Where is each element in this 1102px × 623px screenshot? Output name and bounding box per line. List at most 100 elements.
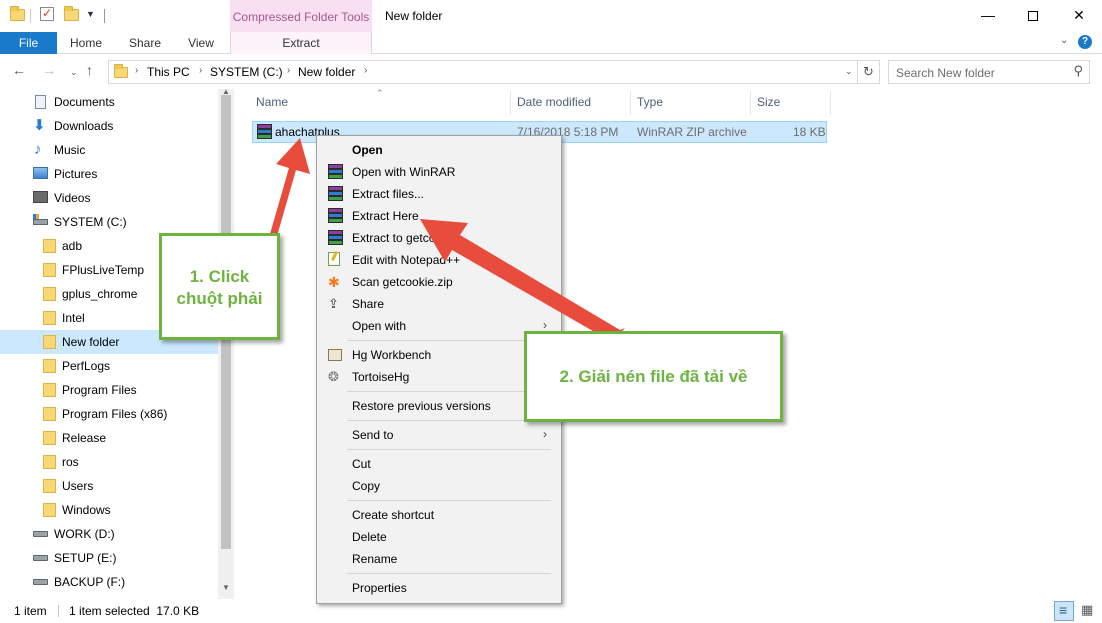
recent-locations-chevron-icon[interactable]: ⌄: [70, 67, 78, 78]
menu-item-send-to[interactable]: Send to ›: [319, 424, 559, 446]
column-header-size[interactable]: Size: [757, 95, 780, 109]
nav-item-videos[interactable]: Videos: [0, 186, 218, 210]
nav-item-system-c[interactable]: SYSTEM (C:): [0, 210, 218, 234]
nav-item-label: Downloads: [54, 119, 114, 133]
menu-item-copy[interactable]: Copy: [319, 475, 559, 497]
menu-item-hg-workbench[interactable]: Hg Workbench: [319, 344, 559, 366]
menu-item-delete[interactable]: Delete: [319, 526, 559, 548]
nav-item-label: Pictures: [54, 167, 98, 181]
folder-icon: [43, 503, 56, 517]
navigation-pane: Documents ⬇ Downloads ♪ Music Pictures V…: [0, 87, 234, 599]
nav-item-label: Program Files (x86): [62, 407, 168, 421]
menu-item-open[interactable]: Open: [319, 139, 559, 161]
address-row: ← → ⌄ ↑ › This PC › SYSTEM (C:) › New fo…: [0, 55, 1102, 89]
column-header-date-modified[interactable]: Date modified: [517, 95, 591, 109]
folder-icon: [43, 263, 56, 277]
nav-item-label: Users: [62, 479, 94, 493]
menu-item-tortoisehg[interactable]: ❂ TortoiseHg: [319, 366, 559, 388]
menu-item-label: Open: [352, 143, 383, 157]
up-button[interactable]: ↑: [86, 62, 93, 78]
breadcrumb-separator-icon[interactable]: ›: [199, 65, 202, 76]
breadcrumb-new-folder[interactable]: New folder: [298, 65, 355, 79]
menu-item-rename[interactable]: Rename: [319, 548, 559, 570]
menu-item-extract-here[interactable]: Extract Here: [319, 205, 559, 227]
properties-quick-access-icon[interactable]: [40, 6, 56, 23]
separator: [58, 605, 59, 617]
close-button[interactable]: ✕: [1056, 0, 1102, 30]
menu-item-open-with-winrar[interactable]: Open with WinRAR: [319, 161, 559, 183]
menu-item-edit-notepad[interactable]: Edit with Notepad++: [319, 249, 559, 271]
details-view-button[interactable]: [1054, 601, 1074, 621]
nav-item-documents[interactable]: Documents: [0, 90, 218, 114]
menu-item-scan[interactable]: ✱ Scan getcookie.zip: [319, 271, 559, 293]
nav-item-release[interactable]: Release: [0, 426, 218, 450]
menu-item-restore-previous-versions[interactable]: Restore previous versions: [319, 395, 559, 417]
column-divider[interactable]: [830, 91, 831, 115]
menu-item-extract-files[interactable]: Extract files...: [319, 183, 559, 205]
menu-item-extract-to[interactable]: Extract to getcookie\: [319, 227, 559, 249]
callout-step-1-line-1: 1. Click: [189, 267, 250, 286]
nav-item-backup-f[interactable]: BACKUP (F:): [0, 570, 218, 594]
scroll-down-icon[interactable]: ▼: [222, 583, 230, 592]
menu-item-cut[interactable]: Cut: [319, 453, 559, 475]
downloads-icon: ⬇: [33, 117, 46, 134]
menu-item-share[interactable]: ⇪ Share: [319, 293, 559, 315]
refresh-button[interactable]: ↻: [858, 60, 880, 84]
callout-step-2-text: 2. Giải nén file đã tải về: [559, 367, 748, 386]
column-divider[interactable]: [510, 91, 511, 115]
nav-item-label: Documents: [54, 95, 115, 109]
nav-item-music[interactable]: ♪ Music: [0, 138, 218, 162]
tab-home[interactable]: Home: [60, 32, 112, 54]
nav-item-pictures[interactable]: Pictures: [0, 162, 218, 186]
nav-item-downloads[interactable]: ⬇ Downloads: [0, 114, 218, 138]
folder-icon: [43, 287, 56, 301]
menu-separator: [347, 340, 551, 341]
breadcrumb-separator-icon[interactable]: ›: [287, 65, 290, 76]
ribbon-tabs: File Home Share View Extract ⌄ ?: [0, 32, 1102, 54]
back-button[interactable]: ←: [12, 62, 26, 78]
search-icon: ⚲: [1073, 63, 1083, 78]
tab-file[interactable]: File: [0, 32, 57, 54]
large-icons-view-button[interactable]: [1078, 601, 1098, 621]
breadcrumb-this-pc[interactable]: This PC: [147, 65, 190, 79]
menu-item-properties[interactable]: Properties: [319, 577, 559, 599]
tab-view[interactable]: View: [176, 32, 226, 54]
nav-item-perflogs[interactable]: PerfLogs: [0, 354, 218, 378]
column-divider[interactable]: [750, 91, 751, 115]
breadcrumb-separator-icon[interactable]: ›: [364, 65, 367, 76]
maximize-button[interactable]: [1010, 0, 1056, 30]
menu-item-open-with[interactable]: Open with ›: [319, 315, 559, 337]
folder-icon: [43, 479, 56, 493]
tab-share[interactable]: Share: [118, 32, 172, 54]
address-bar[interactable]: › This PC › SYSTEM (C:) › New folder › ⌄: [108, 60, 858, 84]
column-header-name[interactable]: Name: [256, 95, 288, 109]
callout-step-1-line-2: chuột phải: [176, 289, 263, 308]
menu-item-create-shortcut[interactable]: Create shortcut: [319, 504, 559, 526]
nav-item-setup-e[interactable]: SETUP (E:): [0, 546, 218, 570]
menu-item-label: Edit with Notepad++: [352, 253, 461, 267]
breadcrumb-system-c[interactable]: SYSTEM (C:): [210, 65, 283, 79]
nav-item-program-files-x86[interactable]: Program Files (x86): [0, 402, 218, 426]
new-folder-quick-access-icon[interactable]: [64, 6, 80, 23]
nav-scrollbar[interactable]: ▲ ▼: [218, 87, 234, 599]
minimize-button[interactable]: —: [965, 0, 1011, 30]
breadcrumb-separator-icon[interactable]: ›: [135, 65, 138, 76]
column-divider[interactable]: [630, 91, 631, 115]
nav-item-users[interactable]: Users: [0, 474, 218, 498]
nav-item-ros[interactable]: ros: [0, 450, 218, 474]
forward-button[interactable]: →: [42, 62, 56, 78]
expand-ribbon-icon[interactable]: ⌄: [1060, 35, 1068, 46]
column-header-type[interactable]: Type: [637, 95, 663, 109]
folder-icon: [43, 407, 56, 421]
customize-quick-access-icon[interactable]: ▼: [86, 9, 102, 25]
help-icon[interactable]: ?: [1078, 35, 1092, 49]
nav-item-windows[interactable]: Windows: [0, 498, 218, 522]
nav-item-program-files[interactable]: Program Files: [0, 378, 218, 402]
nav-item-work-d[interactable]: WORK (D:): [0, 522, 218, 546]
search-input[interactable]: Search New folder ⚲: [888, 60, 1090, 84]
context-tab-group-label: Compressed Folder Tools: [230, 0, 372, 32]
address-dropdown-icon[interactable]: ⌄: [845, 66, 853, 77]
nav-item-label: PerfLogs: [62, 359, 111, 373]
menu-separator: [347, 391, 551, 392]
tab-extract[interactable]: Extract: [230, 32, 372, 54]
